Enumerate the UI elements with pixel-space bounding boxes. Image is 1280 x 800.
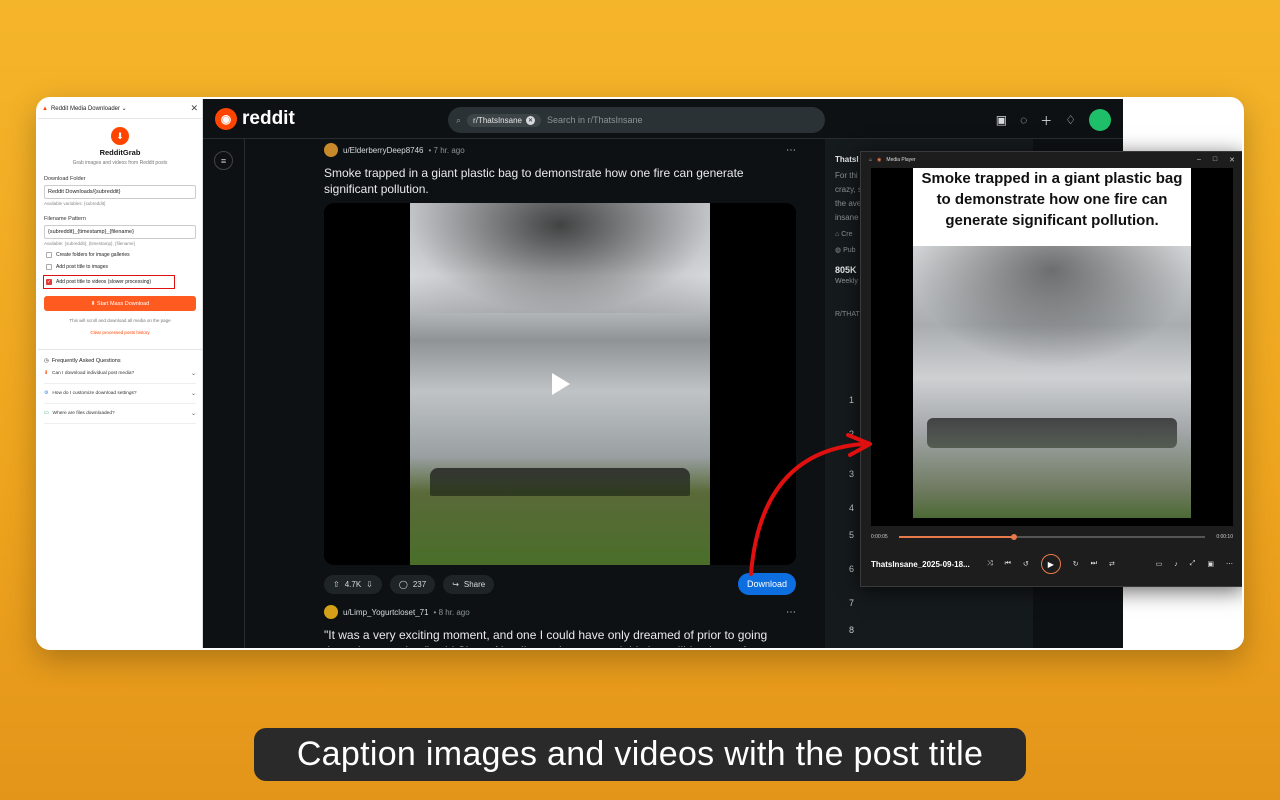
annotation-arrow: [749, 433, 872, 576]
app-window: ▲ Reddit Media Downloader ⌄ ✕ ⬇ RedditGr…: [36, 97, 1244, 650]
bottom-caption: Caption images and videos with the post …: [254, 728, 1026, 781]
